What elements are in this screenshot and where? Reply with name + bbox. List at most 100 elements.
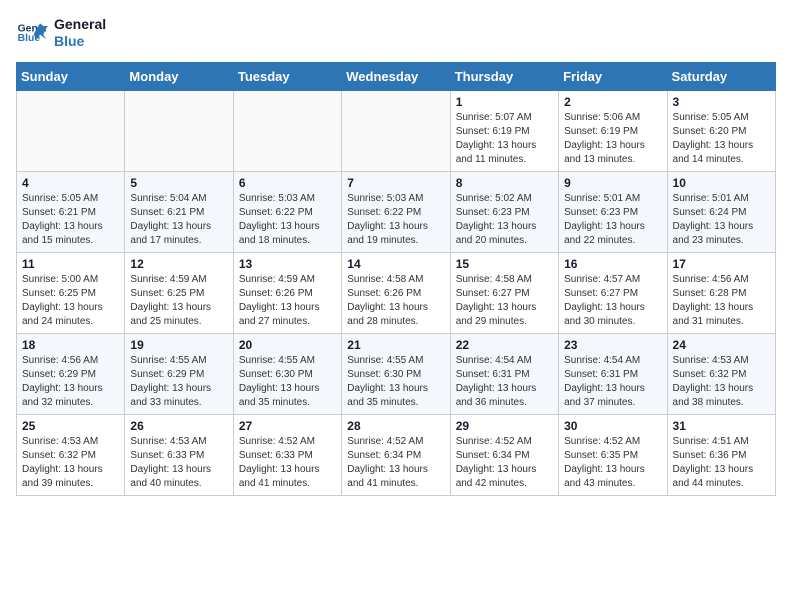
day-number: 29: [456, 419, 553, 433]
day-info: Sunrise: 5:00 AMSunset: 6:25 PMDaylight:…: [22, 273, 119, 329]
day-number: 14: [347, 257, 444, 271]
calendar-week-5: 25Sunrise: 4:53 AMSunset: 6:32 PMDayligh…: [17, 414, 776, 495]
calendar-header-row: SundayMondayTuesdayWednesdayThursdayFrid…: [17, 62, 776, 90]
day-info: Sunrise: 4:53 AMSunset: 6:32 PMDaylight:…: [22, 435, 119, 491]
calendar-cell: 25Sunrise: 4:53 AMSunset: 6:32 PMDayligh…: [17, 414, 125, 495]
weekday-header-monday: Monday: [125, 62, 233, 90]
day-info: Sunrise: 4:59 AMSunset: 6:26 PMDaylight:…: [239, 273, 336, 329]
day-info: Sunrise: 4:59 AMSunset: 6:25 PMDaylight:…: [130, 273, 227, 329]
day-number: 8: [456, 176, 553, 190]
day-info: Sunrise: 4:51 AMSunset: 6:36 PMDaylight:…: [673, 435, 770, 491]
day-number: 16: [564, 257, 661, 271]
logo: General Blue General Blue: [16, 16, 106, 50]
page-header: General Blue General Blue: [16, 16, 776, 50]
day-info: Sunrise: 4:54 AMSunset: 6:31 PMDaylight:…: [564, 354, 661, 410]
day-number: 27: [239, 419, 336, 433]
calendar-cell: 23 Sunrise: 4:54 AMSunset: 6:31 PMDayligh…: [559, 333, 667, 414]
day-number: 18: [22, 338, 119, 352]
weekday-header-thursday: Thursday: [450, 62, 558, 90]
day-number: 23: [564, 338, 661, 352]
day-info: Sunrise: 5:07 AMSunset: 6:19 PMDaylight:…: [456, 111, 553, 167]
day-info: Sunrise: 4:52 AMSunset: 6:34 PMDaylight:…: [347, 435, 444, 491]
day-number: 6: [239, 176, 336, 190]
calendar-cell: [17, 90, 125, 171]
weekday-header-tuesday: Tuesday: [233, 62, 341, 90]
day-info: Sunrise: 5:03 AMSunset: 6:22 PMDaylight:…: [347, 192, 444, 248]
calendar-cell: 17Sunrise: 4:56 AMSunset: 6:28 PMDayligh…: [667, 252, 775, 333]
day-info: Sunrise: 4:58 AMSunset: 6:27 PMDaylight:…: [456, 273, 553, 329]
day-info: Sunrise: 4:56 AMSunset: 6:29 PMDaylight:…: [22, 354, 119, 410]
day-info: Sunrise: 4:52 AMSunset: 6:33 PMDaylight:…: [239, 435, 336, 491]
day-info: Sunrise: 5:06 AMSunset: 6:19 PMDaylight:…: [564, 111, 661, 167]
day-number: 21: [347, 338, 444, 352]
day-number: 12: [130, 257, 227, 271]
calendar-cell: [342, 90, 450, 171]
day-number: 9: [564, 176, 661, 190]
calendar-week-1: 1 Sunrise: 5:07 AMSunset: 6:19 PMDaylight…: [17, 90, 776, 171]
calendar-cell: 22 Sunrise: 4:54 AMSunset: 6:31 PMDayligh…: [450, 333, 558, 414]
calendar-table: SundayMondayTuesdayWednesdayThursdayFrid…: [16, 62, 776, 496]
day-number: 28: [347, 419, 444, 433]
calendar-cell: 4Sunrise: 5:05 AMSunset: 6:21 PMDaylight…: [17, 171, 125, 252]
calendar-cell: 27 Sunrise: 4:52 AMSunset: 6:33 PMDayligh…: [233, 414, 341, 495]
calendar-cell: 11Sunrise: 5:00 AMSunset: 6:25 PMDayligh…: [17, 252, 125, 333]
logo-text-general: General: [54, 16, 106, 33]
calendar-cell: 24Sunrise: 4:53 AMSunset: 6:32 PMDayligh…: [667, 333, 775, 414]
calendar-cell: [233, 90, 341, 171]
calendar-cell: 21 Sunrise: 4:55 AMSunset: 6:30 PMDayligh…: [342, 333, 450, 414]
day-number: 4: [22, 176, 119, 190]
calendar-cell: 3Sunrise: 5:05 AMSunset: 6:20 PMDaylight…: [667, 90, 775, 171]
calendar-cell: 5Sunrise: 5:04 AMSunset: 6:21 PMDaylight…: [125, 171, 233, 252]
day-number: 1: [456, 95, 553, 109]
day-number: 13: [239, 257, 336, 271]
weekday-header-friday: Friday: [559, 62, 667, 90]
day-info: Sunrise: 4:56 AMSunset: 6:28 PMDaylight:…: [673, 273, 770, 329]
calendar-cell: 6 Sunrise: 5:03 AMSunset: 6:22 PMDaylight…: [233, 171, 341, 252]
day-info: Sunrise: 4:53 AMSunset: 6:32 PMDaylight:…: [673, 354, 770, 410]
day-info: Sunrise: 4:57 AMSunset: 6:27 PMDaylight:…: [564, 273, 661, 329]
day-info: Sunrise: 4:52 AMSunset: 6:34 PMDaylight:…: [456, 435, 553, 491]
logo-text-blue: Blue: [54, 33, 106, 50]
calendar-cell: 16 Sunrise: 4:57 AMSunset: 6:27 PMDayligh…: [559, 252, 667, 333]
calendar-week-4: 18 Sunrise: 4:56 AMSunset: 6:29 PMDayligh…: [17, 333, 776, 414]
day-info: Sunrise: 5:05 AMSunset: 6:20 PMDaylight:…: [673, 111, 770, 167]
calendar-cell: 18 Sunrise: 4:56 AMSunset: 6:29 PMDayligh…: [17, 333, 125, 414]
day-number: 2: [564, 95, 661, 109]
day-number: 7: [347, 176, 444, 190]
day-number: 10: [673, 176, 770, 190]
day-info: Sunrise: 4:53 AMSunset: 6:33 PMDaylight:…: [130, 435, 227, 491]
calendar-cell: 12 Sunrise: 4:59 AMSunset: 6:25 PMDayligh…: [125, 252, 233, 333]
day-number: 5: [130, 176, 227, 190]
calendar-cell: 7 Sunrise: 5:03 AMSunset: 6:22 PMDaylight…: [342, 171, 450, 252]
day-number: 20: [239, 338, 336, 352]
calendar-cell: 19Sunrise: 4:55 AMSunset: 6:29 PMDayligh…: [125, 333, 233, 414]
day-number: 31: [673, 419, 770, 433]
calendar-cell: 31 Sunrise: 4:51 AMSunset: 6:36 PMDayligh…: [667, 414, 775, 495]
day-info: Sunrise: 5:03 AMSunset: 6:22 PMDaylight:…: [239, 192, 336, 248]
day-info: Sunrise: 4:55 AMSunset: 6:30 PMDaylight:…: [239, 354, 336, 410]
day-info: Sunrise: 4:54 AMSunset: 6:31 PMDaylight:…: [456, 354, 553, 410]
calendar-cell: 8 Sunrise: 5:02 AMSunset: 6:23 PMDaylight…: [450, 171, 558, 252]
day-info: Sunrise: 4:52 AMSunset: 6:35 PMDaylight:…: [564, 435, 661, 491]
calendar-cell: 20 Sunrise: 4:55 AMSunset: 6:30 PMDayligh…: [233, 333, 341, 414]
weekday-header-saturday: Saturday: [667, 62, 775, 90]
day-number: 15: [456, 257, 553, 271]
day-number: 30: [564, 419, 661, 433]
calendar-cell: 13 Sunrise: 4:59 AMSunset: 6:26 PMDayligh…: [233, 252, 341, 333]
day-info: Sunrise: 5:02 AMSunset: 6:23 PMDaylight:…: [456, 192, 553, 248]
day-number: 22: [456, 338, 553, 352]
calendar-cell: 14Sunrise: 4:58 AMSunset: 6:26 PMDayligh…: [342, 252, 450, 333]
day-number: 19: [130, 338, 227, 352]
calendar-week-3: 11Sunrise: 5:00 AMSunset: 6:25 PMDayligh…: [17, 252, 776, 333]
calendar-week-2: 4Sunrise: 5:05 AMSunset: 6:21 PMDaylight…: [17, 171, 776, 252]
calendar-cell: [125, 90, 233, 171]
calendar-cell: 10Sunrise: 5:01 AMSunset: 6:24 PMDayligh…: [667, 171, 775, 252]
weekday-header-wednesday: Wednesday: [342, 62, 450, 90]
calendar-cell: 30 Sunrise: 4:52 AMSunset: 6:35 PMDayligh…: [559, 414, 667, 495]
calendar-cell: 29 Sunrise: 4:52 AMSunset: 6:34 PMDayligh…: [450, 414, 558, 495]
calendar-cell: 28 Sunrise: 4:52 AMSunset: 6:34 PMDayligh…: [342, 414, 450, 495]
calendar-cell: 1 Sunrise: 5:07 AMSunset: 6:19 PMDaylight…: [450, 90, 558, 171]
logo-icon: General Blue: [16, 17, 48, 49]
calendar-cell: 15 Sunrise: 4:58 AMSunset: 6:27 PMDayligh…: [450, 252, 558, 333]
day-info: Sunrise: 4:55 AMSunset: 6:30 PMDaylight:…: [347, 354, 444, 410]
